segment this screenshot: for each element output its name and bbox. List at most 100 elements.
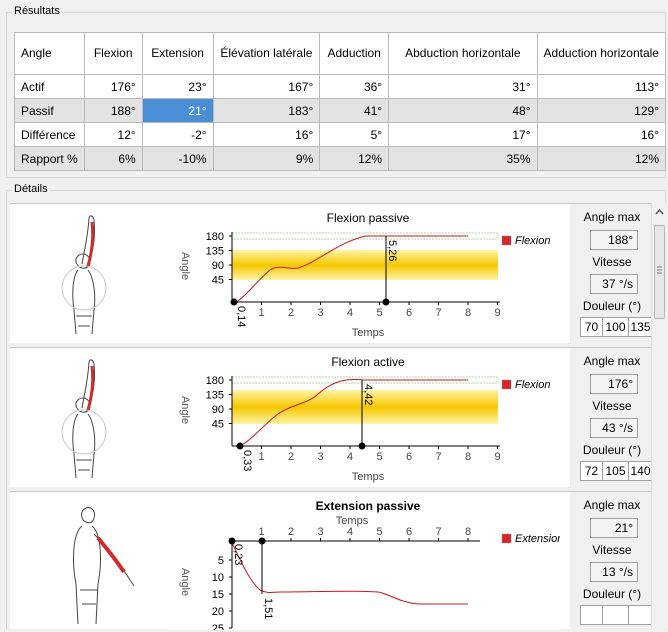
table-cell[interactable]: 9% [212,146,321,171]
x-tick-label: 6 [406,451,412,463]
table-row[interactable]: Différence 12° -2° 16° 5° 17° 16° [14,122,667,147]
pain-value-1[interactable] [580,605,603,625]
table-cell[interactable]: 113° [536,74,667,99]
header-cell[interactable]: Adduction horizontale [536,32,667,75]
legend-swatch [501,379,512,390]
x-tick-label: 2 [288,307,294,319]
table-cell[interactable]: 129° [536,98,667,123]
series-line [231,542,468,605]
legend-swatch [501,533,512,544]
marker-end-point[interactable] [258,537,266,545]
marker-end-label: 5,26 [386,240,398,261]
header-cell-angle[interactable]: Angle [14,32,85,75]
table-row[interactable]: Passif 188° 21° 183° 41° 48° 129° [14,98,667,123]
body-figure [61,359,107,479]
pain-value-1[interactable]: 72 [580,461,603,481]
results-table[interactable]: Angle Flexion Extension Élévation latérale A… [14,32,667,171]
x-tick-label: 8 [465,307,471,319]
chart-title: Extension passive [316,499,421,513]
header-cell[interactable]: Extension [141,32,214,75]
header-cell[interactable]: Adduction [319,32,390,75]
speed-label: Vitesse [592,255,632,269]
marker-end-point[interactable] [358,442,366,450]
table-cell[interactable]: 183° [212,98,321,123]
row-label: Rapport % [14,146,85,171]
x-tick-label: 3 [317,307,323,319]
table-cell[interactable]: 12% [319,146,390,171]
pain-value-3[interactable] [628,605,653,625]
table-cell[interactable]: 17° [388,122,538,147]
pain-value-2[interactable]: 105 [602,461,629,481]
grip-icon [657,266,662,274]
scrollbar-thumb[interactable] [654,225,665,319]
table-cell[interactable]: 16° [536,122,667,147]
chart-title: Flexion passive [327,211,410,225]
x-tick-label: 5 [376,526,382,538]
chart: Flexion passive18013590451 2 3 4 5 6 7 8 90,145,… [168,206,560,342]
x-tick-label: 4 [347,307,353,319]
table-cell[interactable]: 176° [83,74,143,99]
x-axis-label: Temps [336,515,369,527]
marker-end-label: 4,42 [362,384,374,405]
angle-max-label: Angle max [583,498,641,512]
scroll-up-icon[interactable] [653,205,666,219]
stats-panel: Angle max 176° Vitesse 43 °/s Douleur (°) 72 1… [570,348,654,488]
marker-end-point[interactable] [382,298,390,306]
pain-value-3[interactable]: 135 [628,317,653,337]
y-tick-label: 15 [212,589,224,601]
pain-value-3[interactable]: 140 [628,461,653,481]
table-cell[interactable]: 31° [388,74,538,99]
table-row[interactable]: Rapport % 6% -10% 9% 12% 35% 12% [14,146,667,171]
x-axis-label: Temps [352,327,385,339]
table-cell[interactable]: 16° [212,122,321,147]
y-tick-label: 135 [206,246,224,258]
header-cell[interactable]: Flexion [83,32,143,75]
marker-end-label: 1,51 [262,598,274,619]
details-scrollbar[interactable] [651,203,666,629]
x-tick-label: 7 [435,307,441,319]
header-cell[interactable]: Élévation latérale [212,32,321,75]
pain-value-1[interactable]: 70 [580,317,603,337]
stats-panel: Angle max 188° Vitesse 37 °/s Douleur (°) 70 1… [570,204,654,344]
table-row[interactable]: Actif 176° 23° 167° 36° 31° 113° [14,74,667,99]
pain-value-2[interactable] [602,605,629,625]
detail-panel: Flexion passive 180 135 90 45 1 2 3 4 5 6 7 8 9 0,14 5,… [10,203,658,344]
table-cell[interactable]: 12% [536,146,667,171]
table-cell[interactable]: 35% [388,146,538,171]
x-tick-label: 8 [465,526,471,538]
table-cell[interactable]: 41° [319,98,390,123]
chart-title: Flexion active [331,355,405,369]
table-cell[interactable]: 23° [141,74,214,99]
x-axis-label: Temps [352,471,385,483]
y-tick-label: 90 [212,404,224,416]
x-tick-label: 8 [465,451,471,463]
table-cell[interactable]: -2° [141,122,214,147]
legend-label: Flexion [515,235,550,247]
table-cell[interactable]: 12° [83,122,143,147]
marker-start-point[interactable] [230,298,238,306]
y-tick-label: 135 [206,390,224,402]
table-cell[interactable]: 5° [319,122,390,147]
row-label: Passif [14,98,85,123]
y-tick-label: 10 [212,572,224,584]
header-cell[interactable]: Abduction horizontale [388,32,538,75]
table-cell[interactable]: 36° [319,74,390,99]
marker-start-point[interactable] [236,442,244,450]
table-cell[interactable]: 48° [388,98,538,123]
table-cell[interactable]: -10% [141,146,214,171]
angle-max-label: Angle max [583,210,641,224]
speed-value: 13 °/s [590,562,638,582]
x-tick-label: 4 [347,451,353,463]
pain-value-2[interactable]: 100 [602,317,629,337]
y-tick-label: 45 [212,419,224,431]
table-cell[interactable]: 6% [83,146,143,171]
body-figure-icon [61,215,107,335]
detail-panel: Flexion active 180 135 90 45 1 2 3 4 5 6 7 8 9 0,33 4,4… [10,347,658,488]
x-tick-label: 1 [258,526,264,538]
results-group-title: Résultats [12,5,62,17]
table-cell[interactable]: 167° [212,74,321,99]
x-tick-label: 1 [258,451,264,463]
table-cell-selected[interactable]: 21° [141,98,214,123]
table-cell[interactable]: 188° [83,98,143,123]
y-tick-label: 180 [206,375,224,387]
